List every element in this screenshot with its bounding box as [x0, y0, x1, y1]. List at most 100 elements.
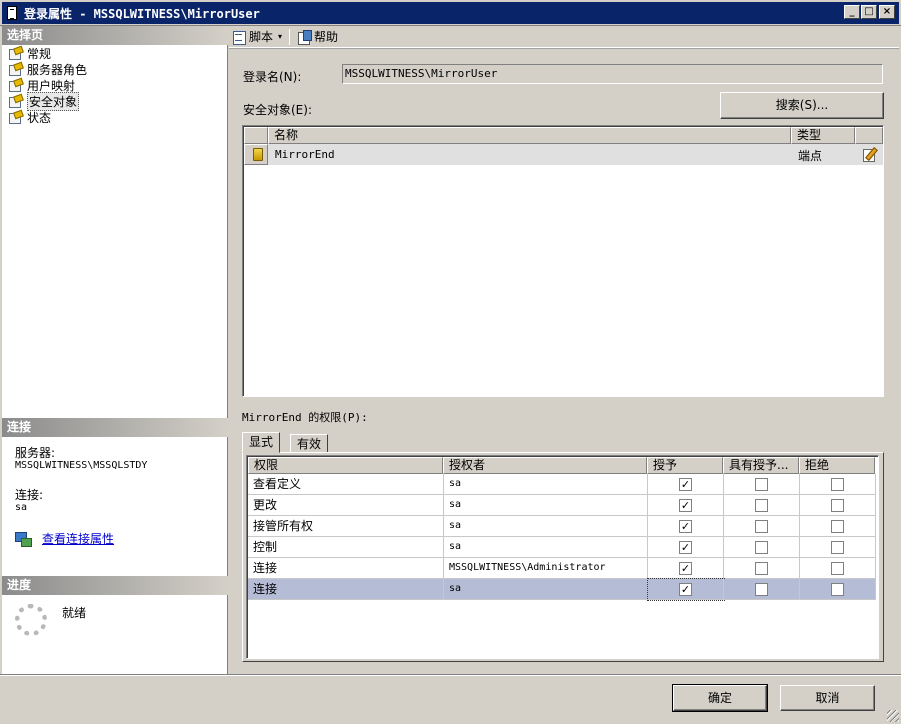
toolbar-separator [289, 28, 291, 45]
table-row[interactable]: 更改 sa ✓ [248, 495, 877, 516]
left-pane: 选择页 常规 服务器角色 用户映射 安全对象 状态 连接 服务器: MSSQLW… [2, 26, 228, 674]
permission-deny-cell[interactable] [800, 495, 876, 516]
permission-with-grant-cell[interactable] [724, 474, 800, 495]
permission-with-grant-checkbox[interactable] [755, 499, 768, 512]
page-icon [9, 47, 23, 60]
column-header-name[interactable]: 名称 [268, 127, 791, 144]
column-header-grant[interactable]: 授予 [647, 457, 723, 474]
permission-grant-checkbox[interactable]: ✓ [679, 478, 692, 491]
maximize-button[interactable]: □ [861, 5, 877, 19]
page-item-label: 状态 [27, 110, 52, 125]
column-header-deny[interactable]: 拒绝 [799, 457, 875, 474]
permission-grant-cell[interactable]: ✓ [648, 558, 724, 579]
permission-grant-cell[interactable]: ✓ [648, 516, 724, 537]
permissions-table: 权限 授权者 授予 具有授予... 拒绝 查看定义 sa ✓ 更改 sa ✓ 接管所有权 sa… [246, 455, 879, 659]
table-row[interactable]: 接管所有权 sa ✓ [248, 516, 877, 537]
securables-table: 名称 类型 MirrorEnd 端点 [242, 125, 884, 397]
tab-explicit[interactable]: 显式 [242, 432, 281, 453]
permission-with-grant-checkbox[interactable] [755, 541, 768, 554]
column-header-permission[interactable]: 权限 [248, 457, 443, 474]
window-title: 登录属性 - MSSQLWITNESS\MirrorUser [24, 7, 260, 21]
login-name-label: 登录名(N): [243, 70, 302, 84]
page-item-status[interactable]: 状态 [9, 109, 51, 125]
permission-with-grant-cell[interactable] [724, 579, 800, 600]
permission-permission-cell: 连接 [248, 579, 444, 600]
table-row[interactable]: 连接 sa ✓ [248, 578, 877, 601]
view-connection-properties-link[interactable]: 查看连接属性 [42, 530, 114, 547]
resize-grip-icon[interactable] [887, 710, 899, 722]
server-value: MSSQLWITNESS\MSSQLSTDY [15, 460, 148, 471]
table-row[interactable]: 控制 sa ✓ [248, 537, 877, 558]
table-row[interactable]: 查看定义 sa ✓ [248, 474, 877, 495]
permission-grant-checkbox[interactable]: ✓ [679, 499, 692, 512]
title-bar-fill: 登录属性 - MSSQLWITNESS\MirrorUser _ □ × [2, 2, 899, 24]
permission-grant-checkbox[interactable]: ✓ [679, 520, 692, 533]
column-header-with-grant[interactable]: 具有授予... [723, 457, 799, 474]
permission-grant-cell[interactable]: ✓ [648, 537, 724, 558]
title-bar[interactable]: 登录属性 - MSSQLWITNESS\MirrorUser _ □ × [0, 0, 901, 26]
permission-grant-checkbox[interactable]: ✓ [679, 541, 692, 554]
close-button[interactable]: × [879, 5, 895, 19]
permission-deny-cell[interactable] [800, 474, 876, 495]
permission-grant-cell[interactable]: ✓ [648, 474, 724, 495]
column-header-grantor[interactable]: 授权者 [443, 457, 647, 474]
permission-with-grant-cell[interactable] [724, 516, 800, 537]
permission-deny-checkbox[interactable] [831, 583, 844, 596]
page-item-server-roles[interactable]: 服务器角色 [9, 61, 87, 77]
permission-deny-cell[interactable] [800, 579, 876, 600]
permission-with-grant-cell[interactable] [724, 495, 800, 516]
page-icon [9, 63, 23, 76]
permission-deny-cell[interactable] [800, 558, 876, 579]
page-item-label: 服务器角色 [27, 62, 88, 77]
ok-button[interactable]: 确定 [672, 684, 768, 712]
permission-permission-cell: 连接 [248, 558, 444, 579]
securable-name: MirrorEnd [275, 148, 335, 161]
minimize-button[interactable]: _ [844, 5, 860, 19]
login-name-field[interactable]: MSSQLWITNESS\MirrorUser [342, 64, 883, 84]
cancel-button[interactable]: 取消 [780, 685, 875, 711]
permission-grantor-cell: sa [444, 474, 648, 495]
table-row[interactable]: MirrorEnd 端点 [244, 144, 883, 165]
permission-with-grant-checkbox[interactable] [755, 583, 768, 596]
permission-grant-cell[interactable]: ✓ [648, 495, 724, 516]
tab-effective[interactable]: 有效 [290, 434, 329, 453]
row-selector[interactable] [244, 144, 268, 165]
page-item-general[interactable]: 常规 [9, 45, 51, 61]
script-button[interactable]: 脚本 ▾ [232, 28, 282, 45]
row-header-corner [244, 127, 268, 144]
permission-deny-cell[interactable] [800, 537, 876, 558]
app-icon [7, 6, 17, 20]
table-row[interactable]: 连接 MSSQLWITNESS\Administrator ✓ [248, 558, 877, 579]
column-header-type[interactable]: 类型 [791, 127, 855, 144]
permission-deny-cell[interactable] [800, 516, 876, 537]
permission-with-grant-checkbox[interactable] [755, 562, 768, 575]
chevron-down-icon[interactable]: ▾ [278, 32, 282, 41]
help-label: 帮助 [314, 30, 339, 44]
permission-grant-checkbox[interactable]: ✓ [679, 583, 692, 596]
edit-icon[interactable] [862, 147, 878, 162]
permission-grant-cell[interactable]: ✓ [647, 578, 725, 601]
permission-deny-checkbox[interactable] [831, 499, 844, 512]
help-icon [297, 29, 313, 45]
endpoint-icon [253, 148, 263, 161]
script-icon [232, 30, 246, 45]
permission-with-grant-checkbox[interactable] [755, 478, 768, 491]
permission-deny-checkbox[interactable] [831, 541, 844, 554]
permission-permission-cell: 更改 [248, 495, 444, 516]
permission-deny-checkbox[interactable] [831, 520, 844, 533]
progress-header: 进度 [2, 576, 228, 595]
permission-deny-checkbox[interactable] [831, 478, 844, 491]
permission-permission-cell: 接管所有权 [248, 516, 444, 537]
connection-properties-icon [15, 532, 32, 547]
permission-grant-checkbox[interactable]: ✓ [679, 562, 692, 575]
help-button[interactable]: 帮助 [297, 28, 338, 45]
toolbar: 脚本 ▾ 帮助 [229, 26, 899, 48]
permission-deny-checkbox[interactable] [831, 562, 844, 575]
permission-with-grant-checkbox[interactable] [755, 520, 768, 533]
search-button[interactable]: 搜索(S)... [720, 92, 884, 119]
script-label: 脚本 [249, 30, 274, 44]
page-item-securables[interactable]: 安全对象 [9, 91, 80, 111]
permission-with-grant-cell[interactable] [724, 558, 800, 579]
progress-status: 就绪 [62, 606, 87, 620]
permission-with-grant-cell[interactable] [724, 537, 800, 558]
